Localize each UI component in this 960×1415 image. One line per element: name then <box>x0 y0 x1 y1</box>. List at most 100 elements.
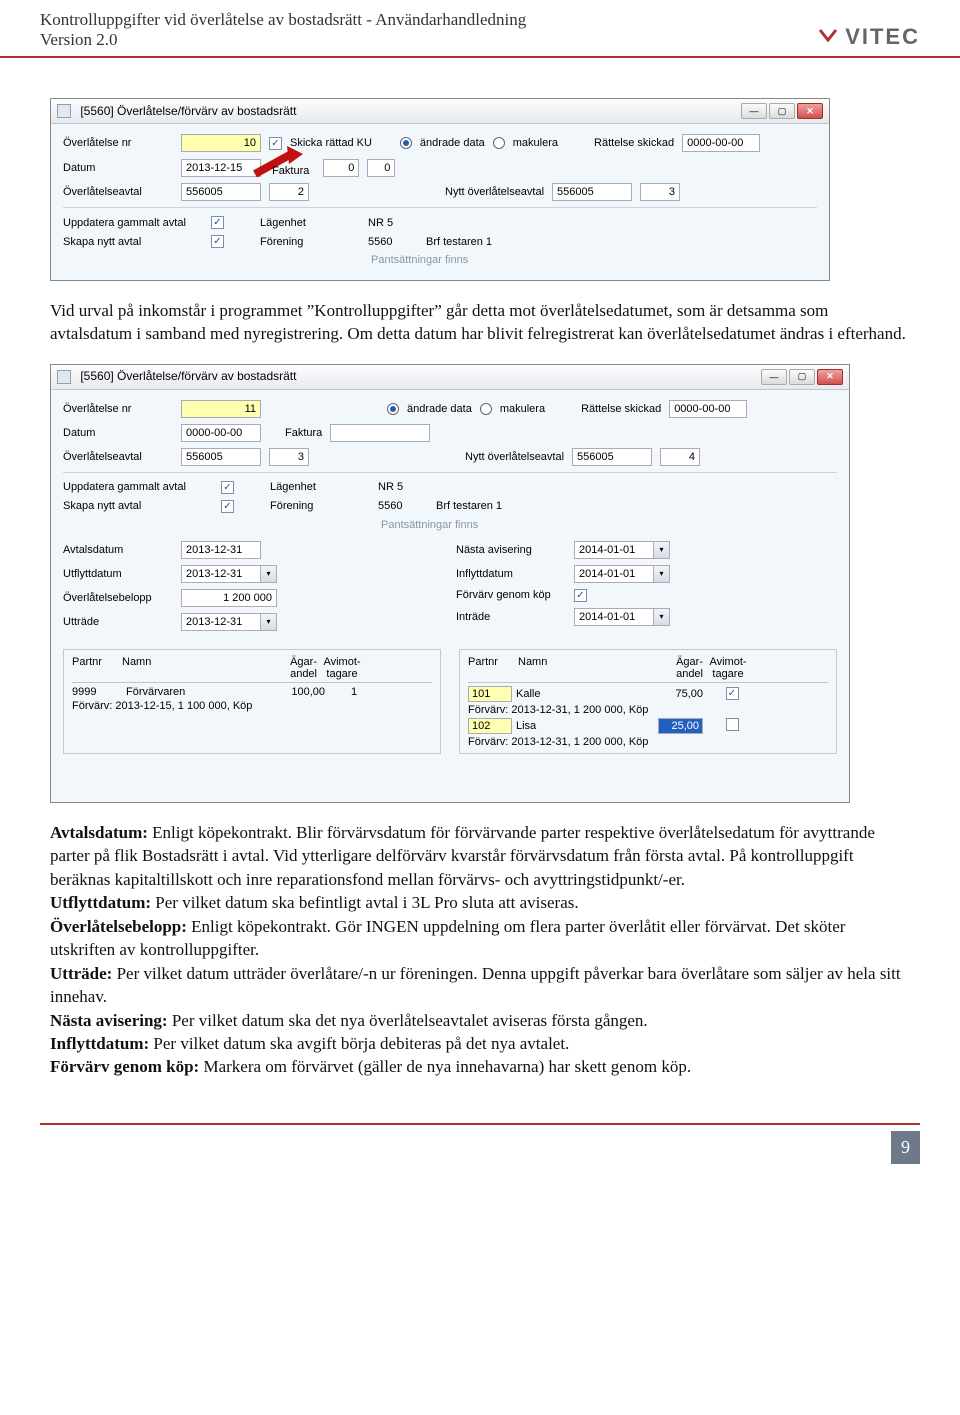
input-overlatelseavtal2[interactable]: 3 <box>269 448 309 466</box>
combo-nasta-avisering[interactable]: 2014-01-01▾ <box>574 541 670 559</box>
col-avimot: Avimot- tagare <box>703 656 753 680</box>
minimize-button[interactable]: — <box>761 369 787 385</box>
label-pant: Pantsättningar finns <box>371 254 468 266</box>
doc-title: Kontrolluppgifter vid överlåtelse av bos… <box>40 10 526 30</box>
label-nytt-avtal: Nytt överlåtelseavtal <box>445 186 544 198</box>
label-rattelse-skickad: Rättelse skickad <box>594 137 674 149</box>
checkbox-skapa[interactable]: ✓ <box>211 235 224 248</box>
page-footer: 9 <box>40 1123 920 1194</box>
label-avtalsdatum: Avtalsdatum <box>63 544 173 556</box>
input-datum[interactable]: 2013-12-15 <box>181 159 261 177</box>
radio-andrade-data[interactable] <box>400 137 412 149</box>
app-icon <box>57 370 71 384</box>
form-body: Överlåtelse nr 10 ✓ Skicka rättad KU änd… <box>51 124 829 280</box>
input-nytt-avtal[interactable]: 556005 <box>572 448 652 466</box>
label-uttrade: Utträde <box>63 616 173 628</box>
input-overlatelseavtal[interactable]: 556005 <box>181 183 261 201</box>
radio-andrade-data[interactable] <box>387 403 399 415</box>
label-andrade-data: ändrade data <box>407 403 472 415</box>
checkbox-skapa[interactable]: ✓ <box>221 500 234 513</box>
col-partnr: Partnr <box>72 656 122 680</box>
cell-andel-selected[interactable]: 25,00 <box>658 718 703 734</box>
input-faktura[interactable] <box>330 424 430 442</box>
combo-utflyttdatum[interactable]: 2013-12-31▾ <box>181 565 277 583</box>
checkbox-uppdatera[interactable]: ✓ <box>211 216 224 229</box>
combo-intrade[interactable]: 2014-01-01▾ <box>574 608 670 626</box>
cell-partnr[interactable]: 102 <box>468 718 512 734</box>
label-overlatelsebelopp: Överlåtelsebelopp <box>63 592 173 604</box>
label-datum: Datum <box>63 162 173 174</box>
label-uppdatera: Uppdatera gammalt avtal <box>63 481 213 493</box>
checkbox-forvarv-kop[interactable]: ✓ <box>574 589 587 602</box>
label-makulera: makulera <box>513 137 558 149</box>
row-detail: Förvärv: 2013-12-31, 1 200 000, Köp <box>468 735 828 749</box>
logo-mark-icon <box>817 26 839 48</box>
maximize-button[interactable]: ▢ <box>789 369 815 385</box>
vitec-logo: VITEC <box>817 24 920 50</box>
page-header: Kontrolluppgifter vid överlåtelse av bos… <box>0 0 960 58</box>
window-titlebar: [5560] Överlåtelse/förvärv av bostadsrät… <box>51 99 829 124</box>
combo-uttrade[interactable]: 2013-12-31▾ <box>181 613 277 631</box>
chevron-down-icon: ▾ <box>654 565 670 583</box>
label-intrade: Inträde <box>456 611 566 623</box>
value-forening: 5560 <box>378 500 428 512</box>
close-button[interactable]: ✕ <box>797 103 823 119</box>
input-datum[interactable]: 0000-00-00 <box>181 424 261 442</box>
left-parties-table: Partnr Namn Ägar- andel Avimot- tagare 9… <box>63 649 441 754</box>
col-agarandel: Ägar- andel <box>658 656 703 680</box>
input-overlatelseavtal[interactable]: 556005 <box>181 448 261 466</box>
label-utflyttdatum: Utflyttdatum <box>63 568 173 580</box>
input-overlatelseavtal2[interactable]: 2 <box>269 183 309 201</box>
label-brf: Brf testaren 1 <box>426 236 492 248</box>
label-overlatelse-nr: Överlåtelse nr <box>63 137 173 149</box>
label-rattelse-skickad: Rättelse skickad <box>581 403 661 415</box>
radio-makulera[interactable] <box>480 403 492 415</box>
table-row: 102 Lisa 25,00 <box>468 717 828 735</box>
window-title-2: [5560] Överlåtelse/förvärv av bostadsrät… <box>57 369 296 384</box>
label-faktura: Faktura <box>285 427 322 439</box>
checkbox-avimot[interactable] <box>726 718 739 731</box>
input-overlatelse-nr[interactable]: 11 <box>181 400 261 418</box>
right-parties-table: Partnr Namn Ägar- andel Avimot- tagare 1… <box>459 649 837 754</box>
input-overlatelse-nr[interactable]: 10 <box>181 134 261 152</box>
minimize-button[interactable]: — <box>741 103 767 119</box>
radio-makulera[interactable] <box>493 137 505 149</box>
combo-inflyttdatum[interactable]: 2014-01-01▾ <box>574 565 670 583</box>
label-inflyttdatum: Inflyttdatum <box>456 568 566 580</box>
col-agarandel: Ägar- andel <box>272 656 317 680</box>
input-rattelse-skickad[interactable]: 0000-00-00 <box>682 134 760 152</box>
input-nytt-avtal[interactable]: 556005 <box>552 183 632 201</box>
value-lagenhet: NR 5 <box>378 481 403 493</box>
input-overlatelsebelopp[interactable]: 1 200 000 <box>181 589 277 607</box>
window-buttons: — ▢ ✕ <box>761 369 843 385</box>
close-button[interactable]: ✕ <box>817 369 843 385</box>
app-icon <box>57 104 71 118</box>
table-row: 9999 Förvärvaren 100,00 1 <box>72 685 432 699</box>
chevron-down-icon: ▾ <box>654 541 670 559</box>
paragraph-2: Avtalsdatum: Enligt köpekontrakt. Blir f… <box>50 821 910 1079</box>
logo-text: VITEC <box>845 24 920 50</box>
screenshot-2: [5560] Överlåtelse/förvärv av bostadsrät… <box>50 364 850 803</box>
value-lagenhet: NR 5 <box>368 217 393 229</box>
doc-version: Version 2.0 <box>40 30 526 50</box>
input-nytt-avtal2[interactable]: 4 <box>660 448 700 466</box>
chevron-down-icon: ▾ <box>261 613 277 631</box>
label-forening: Förening <box>260 236 360 248</box>
input-faktura2[interactable]: 0 <box>367 159 395 177</box>
label-datum: Datum <box>63 427 173 439</box>
checkbox-uppdatera[interactable]: ✓ <box>221 481 234 494</box>
row-detail: Förvärv: 2013-12-31, 1 200 000, Köp <box>468 703 828 717</box>
label-brf: Brf testaren 1 <box>436 500 502 512</box>
input-nytt-avtal2[interactable]: 3 <box>640 183 680 201</box>
input-avtalsdatum[interactable]: 2013-12-31 <box>181 541 261 559</box>
input-rattelse-skickad[interactable]: 0000-00-00 <box>669 400 747 418</box>
cell-partnr[interactable]: 101 <box>468 686 512 702</box>
label-uppdatera: Uppdatera gammalt avtal <box>63 217 203 229</box>
checkbox-avimot[interactable]: ✓ <box>726 687 739 700</box>
chevron-down-icon: ▾ <box>261 565 277 583</box>
maximize-button[interactable]: ▢ <box>769 103 795 119</box>
value-forening: 5560 <box>368 236 418 248</box>
page-number: 9 <box>891 1131 920 1164</box>
col-partnr: Partnr <box>468 656 518 680</box>
label-overlatelseavtal: Överlåtelseavtal <box>63 186 173 198</box>
